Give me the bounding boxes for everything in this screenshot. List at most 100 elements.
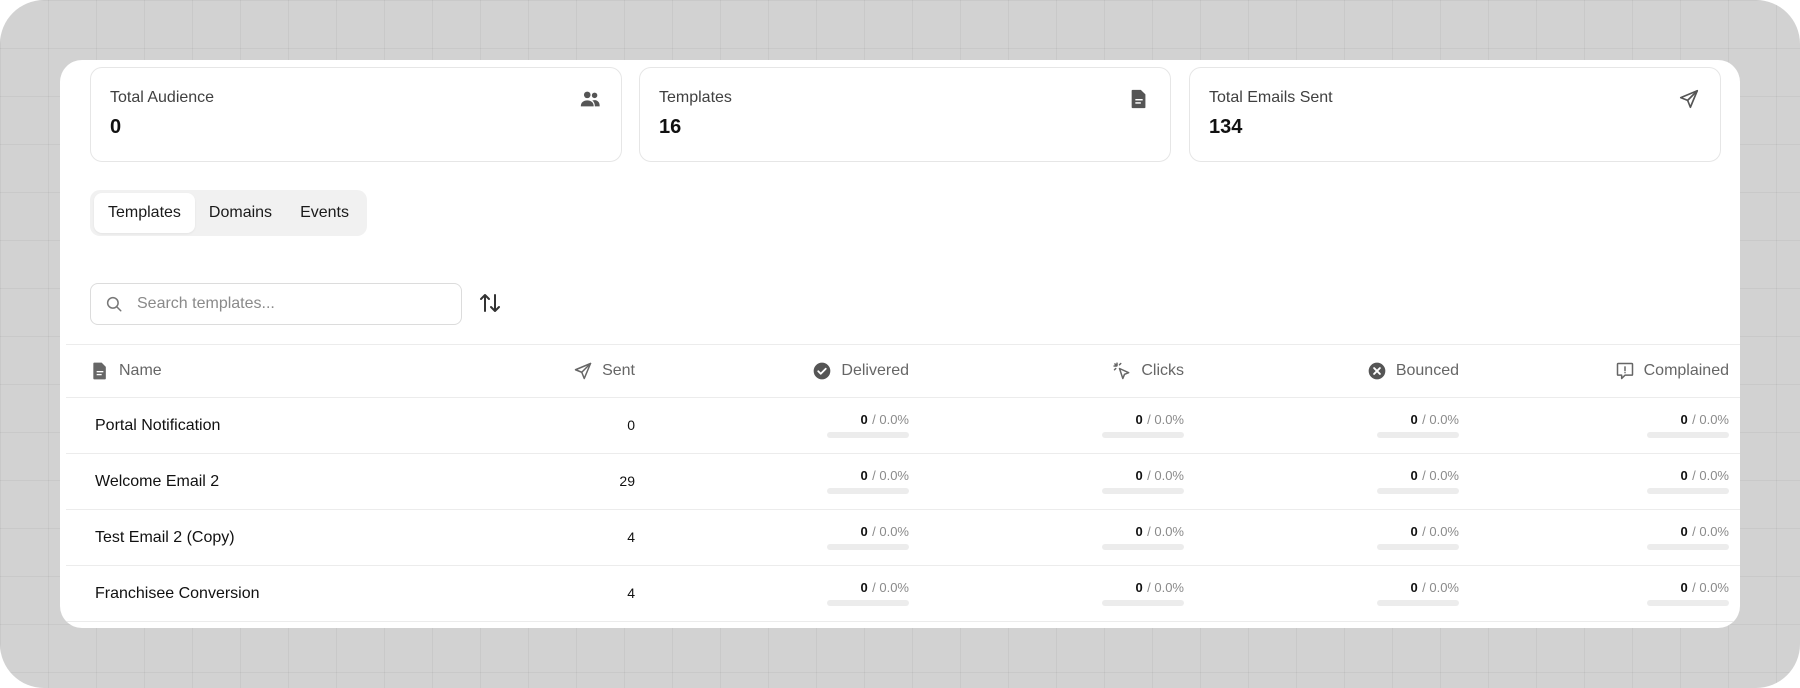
delivered-progress-bar [827, 600, 909, 606]
table-row[interactable]: Portal Notification 0 0 / 0.0% 0 / 0.0% 0 / … [66, 398, 1740, 454]
stat-label: Total Audience [110, 89, 215, 106]
column-label: Name [119, 362, 162, 379]
bounced-progress-bar [1377, 600, 1459, 606]
clicks-percent: / 0.0% [1147, 580, 1184, 595]
column-label: Bounced [1395, 362, 1459, 379]
template-name[interactable]: Welcome Email 2 [95, 454, 219, 509]
x-circle-icon [1368, 362, 1386, 380]
clicks-progress-bar [1102, 432, 1184, 438]
bounced-metric: 0 / 0.0% [1299, 579, 1459, 606]
delivered-metric: 0 / 0.0% [749, 523, 909, 550]
bounced-count: 0 [1410, 580, 1418, 595]
table-row[interactable]: Franchisee Conversion 4 0 / 0.0% 0 / 0.0% 0 … [66, 566, 1740, 622]
tab-templates[interactable]: Templates [94, 193, 195, 233]
sent-count: 4 [627, 529, 635, 545]
search-icon [106, 296, 122, 312]
table-row[interactable]: Welcome Email 2 29 0 / 0.0% 0 / 0.0% 0 / 0.0… [66, 454, 1740, 510]
sort-icon[interactable] [478, 291, 502, 315]
complained-progress-bar [1647, 432, 1729, 438]
complained-count: 0 [1680, 580, 1688, 595]
search-box [90, 283, 462, 325]
clicks-metric: 0 / 0.0% [1024, 411, 1184, 438]
clicks-progress-bar [1102, 488, 1184, 494]
bounced-progress-bar [1377, 544, 1459, 550]
delivered-percent: / 0.0% [872, 524, 909, 539]
search-input[interactable] [135, 284, 449, 324]
delivered-percent: / 0.0% [872, 468, 909, 483]
bounced-percent: / 0.0% [1422, 468, 1459, 483]
clicks-metric: 0 / 0.0% [1024, 579, 1184, 606]
column-header-bounced[interactable]: Bounced [1367, 345, 1459, 397]
sent-count: 4 [627, 585, 635, 601]
delivered-count: 0 [860, 580, 868, 595]
templates-table: Name Sent Delivered Clicks Bounced Compl… [66, 344, 1740, 622]
bounced-progress-bar [1377, 488, 1459, 494]
template-name[interactable]: Franchisee Conversion [95, 566, 260, 621]
delivered-progress-bar [827, 544, 909, 550]
stats-row: Total Audience 0 Templates 16 Total Emai… [90, 67, 1721, 162]
complained-progress-bar [1647, 544, 1729, 550]
click-pointer-icon [1113, 362, 1130, 380]
bounced-metric: 0 / 0.0% [1299, 467, 1459, 494]
bounced-percent: / 0.0% [1422, 580, 1459, 595]
delivered-percent: / 0.0% [872, 580, 909, 595]
stat-value: 0 [110, 116, 122, 138]
column-label: Sent [602, 362, 635, 379]
delivered-count: 0 [860, 524, 868, 539]
template-name[interactable]: Portal Notification [95, 398, 220, 453]
complained-count: 0 [1680, 468, 1688, 483]
dashboard-panel: Total Audience 0 Templates 16 Total Emai… [60, 60, 1740, 628]
table-row[interactable]: Test Email 2 (Copy) 4 0 / 0.0% 0 / 0.0% 0 / … [66, 510, 1740, 566]
clicks-count: 0 [1135, 412, 1143, 427]
table-header: Name Sent Delivered Clicks Bounced Compl… [66, 344, 1740, 398]
delivered-progress-bar [827, 488, 909, 494]
alert-message-icon [1616, 362, 1633, 380]
bounced-progress-bar [1377, 432, 1459, 438]
tab-bar: Templates Domains Events [90, 190, 367, 236]
clicks-count: 0 [1135, 580, 1143, 595]
stat-label: Total Emails Sent [1209, 89, 1333, 106]
complained-percent: / 0.0% [1692, 412, 1729, 427]
clicks-progress-bar [1102, 600, 1184, 606]
document-icon [1131, 89, 1146, 109]
tab-events[interactable]: Events [286, 193, 363, 233]
column-header-complained[interactable]: Complained [1615, 345, 1729, 397]
send-icon [574, 362, 592, 380]
column-header-clicks[interactable]: Clicks [1112, 345, 1184, 397]
delivered-metric: 0 / 0.0% [749, 411, 909, 438]
complained-percent: / 0.0% [1692, 524, 1729, 539]
send-icon [1679, 89, 1699, 109]
document-icon [93, 362, 106, 380]
complained-progress-bar [1647, 600, 1729, 606]
column-label: Complained [1643, 362, 1729, 379]
bounced-count: 0 [1410, 524, 1418, 539]
clicks-count: 0 [1135, 468, 1143, 483]
clicks-percent: / 0.0% [1147, 468, 1184, 483]
sent-count: 0 [627, 417, 635, 433]
bounced-count: 0 [1410, 468, 1418, 483]
column-header-name[interactable]: Name [90, 345, 162, 397]
stat-card-templates: Templates 16 [639, 67, 1171, 162]
column-label: Delivered [841, 362, 909, 379]
template-name[interactable]: Test Email 2 (Copy) [95, 510, 235, 565]
bounced-metric: 0 / 0.0% [1299, 411, 1459, 438]
complained-metric: 0 / 0.0% [1569, 467, 1729, 494]
column-header-sent[interactable]: Sent [573, 345, 635, 397]
complained-metric: 0 / 0.0% [1569, 579, 1729, 606]
complained-count: 0 [1680, 524, 1688, 539]
users-icon [580, 91, 600, 107]
clicks-metric: 0 / 0.0% [1024, 467, 1184, 494]
clicks-percent: / 0.0% [1147, 524, 1184, 539]
bounced-count: 0 [1410, 412, 1418, 427]
column-header-delivered[interactable]: Delivered [812, 345, 909, 397]
clicks-progress-bar [1102, 544, 1184, 550]
complained-metric: 0 / 0.0% [1569, 523, 1729, 550]
delivered-progress-bar [827, 432, 909, 438]
tab-domains[interactable]: Domains [195, 193, 286, 233]
clicks-metric: 0 / 0.0% [1024, 523, 1184, 550]
column-label: Clicks [1141, 362, 1184, 379]
clicks-percent: / 0.0% [1147, 412, 1184, 427]
bounced-percent: / 0.0% [1422, 524, 1459, 539]
delivered-metric: 0 / 0.0% [749, 579, 909, 606]
stat-label: Templates [659, 89, 732, 106]
